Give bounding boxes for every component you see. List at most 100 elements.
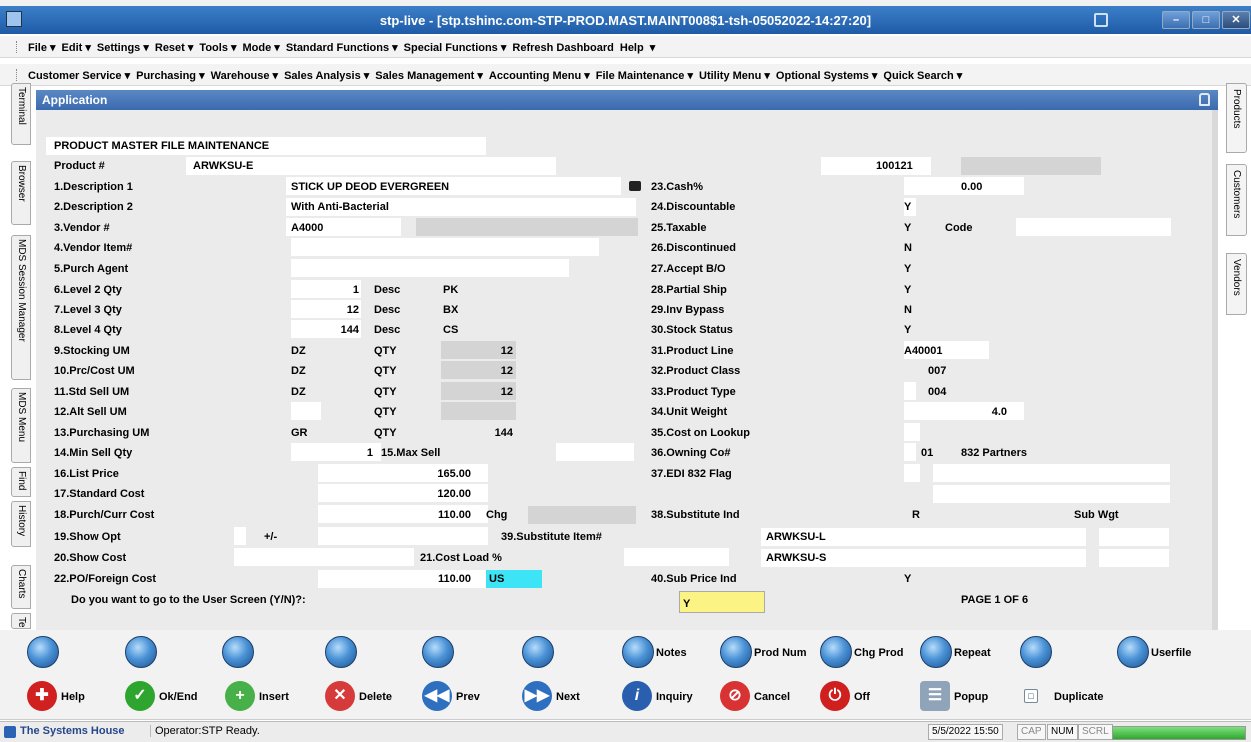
tab-mds-session-manager[interactable]: MDS Session Manager <box>11 235 31 380</box>
main-menu-item-1[interactable]: Edit ▾ <box>62 42 91 54</box>
tab-history[interactable]: History <box>11 501 31 547</box>
globe-icon <box>27 636 59 668</box>
main-menu-item-4[interactable]: Tools ▾ <box>199 42 236 54</box>
module-menu-item-2[interactable]: Warehouse ▾ <box>211 70 278 82</box>
f12-label: 12.Alt Sell UM <box>54 406 127 418</box>
lock-icon[interactable] <box>1199 93 1210 106</box>
product-code: 100121 <box>876 160 913 172</box>
tab-vendors[interactable]: Vendors <box>1226 253 1247 315</box>
tab-find[interactable]: Find <box>11 467 31 497</box>
minimize-button[interactable]: – <box>1162 11 1190 29</box>
rewind-icon: ◀◀ <box>422 681 452 711</box>
cost-on-lookup-input[interactable] <box>904 423 920 441</box>
cancel-label: Cancel <box>754 691 791 703</box>
module-menu-item-3[interactable]: Sales Analysis ▾ <box>284 70 369 82</box>
purch-agent-input[interactable] <box>291 259 569 277</box>
f24-label: 24.Discountable <box>651 201 736 213</box>
f1-value: STICK UP DEOD EVERGREEN <box>291 181 450 193</box>
f39-label: 39.Substitute Item# <box>501 531 602 543</box>
tab-customers[interactable]: Customers <box>1226 164 1247 236</box>
f5-label: 5.Purch Agent <box>54 263 129 275</box>
edi-flag-input[interactable] <box>904 464 920 482</box>
f8-qty: 144 <box>340 324 359 336</box>
f23-label: 23.Cash% <box>651 181 703 193</box>
tab-mds-menu[interactable]: MDS Menu <box>11 388 31 463</box>
globe-icon <box>820 636 852 668</box>
alt-sell-um-input[interactable] <box>291 402 321 420</box>
module-menu-item-7[interactable]: Utility Menu ▾ <box>699 70 770 82</box>
main-menu-item-7[interactable]: Special Functions ▾ <box>404 42 507 54</box>
main-menu-item-6[interactable]: Standard Functions ▾ <box>286 42 398 54</box>
f17-value: 120.00 <box>437 488 471 500</box>
plus-icon: + <box>225 681 255 711</box>
main-menu-item-3[interactable]: Reset ▾ <box>155 42 194 54</box>
status-datetime: 5/5/2022 15:50 <box>928 724 1003 740</box>
f17-label: 17.Standard Cost <box>54 488 145 500</box>
f22-value: 110.00 <box>437 573 471 585</box>
cost-load-input[interactable] <box>624 548 729 566</box>
f14-value: 1 <box>366 447 373 459</box>
tab-terminal[interactable]: Terminal <box>11 83 31 145</box>
prev-label: Prev <box>456 691 480 703</box>
form-title: PRODUCT MASTER FILE MAINTENANCE <box>54 140 270 152</box>
module-menu-item-9[interactable]: Quick Search ▾ <box>883 70 962 82</box>
main-menu-item-2[interactable]: Settings ▾ <box>97 42 149 54</box>
tab-products[interactable]: Products <box>1226 83 1247 153</box>
camera-icon[interactable] <box>629 181 641 191</box>
module-menu-item-8[interactable]: Optional Systems ▾ <box>776 70 878 82</box>
right-side-tabs: Products Customers Vendors <box>1226 83 1248 383</box>
f9-um: DZ <box>291 345 306 357</box>
database-icon[interactable] <box>1094 13 1108 27</box>
tab-charts[interactable]: Charts <box>11 565 31 609</box>
main-menu-item-10[interactable]: ▾ <box>650 42 656 54</box>
delete-label: Delete <box>359 691 393 703</box>
vendor-item-input[interactable] <box>291 238 599 256</box>
globe-icon <box>1020 636 1052 668</box>
show-opt-value-box[interactable] <box>318 527 488 545</box>
tab-browser[interactable]: Browser <box>11 161 31 225</box>
module-menu-item-6[interactable]: File Maintenance ▾ <box>596 70 693 82</box>
main-menu-item-5[interactable]: Mode ▾ <box>243 42 280 54</box>
maximize-button[interactable]: □ <box>1192 11 1220 29</box>
f14-label: 14.Min Sell Qty <box>54 447 133 459</box>
f13-qty: 144 <box>494 427 513 439</box>
sub-wgt2-input[interactable] <box>1099 549 1169 567</box>
f8-desc-label: Desc <box>374 324 401 336</box>
f16-value: 165.00 <box>437 468 471 480</box>
f11-um: DZ <box>291 386 306 398</box>
company-name: The Systems House <box>20 725 125 737</box>
max-sell-input[interactable] <box>556 443 634 461</box>
main-menu-item-8[interactable]: Refresh Dashboard <box>512 42 613 54</box>
f27-label: 27.Accept B/O <box>651 263 726 275</box>
main-menu-item-0[interactable]: File ▾ <box>28 42 56 54</box>
owning-co-input[interactable] <box>904 443 916 461</box>
f33-value: 004 <box>928 386 947 398</box>
module-menu-item-1[interactable]: Purchasing ▾ <box>136 70 204 82</box>
f23-value: 0.00 <box>961 181 983 193</box>
f25-value: Y <box>904 222 912 234</box>
main-menu-item-9[interactable]: Help <box>620 42 644 54</box>
f36-name: 832 Partners <box>961 447 1028 459</box>
user-screen-prompt: Do you want to go to the User Screen (Y/… <box>71 594 306 606</box>
user-screen-input[interactable] <box>679 591 765 613</box>
f22-currency: US <box>489 573 505 585</box>
f32-label: 32.Product Class <box>651 365 741 377</box>
f19-label: 19.Show Opt <box>54 531 121 543</box>
show-cost-input[interactable] <box>234 548 414 566</box>
product-value: ARWKSU-E <box>193 160 254 172</box>
product-label: Product # <box>54 160 105 172</box>
tab-te[interactable]: Te <box>11 613 31 629</box>
show-opt-input[interactable] <box>234 527 246 545</box>
module-menu-item-5[interactable]: Accounting Menu ▾ <box>489 70 590 82</box>
sub-wgt1-input[interactable] <box>1099 528 1169 546</box>
product-extra-box <box>961 157 1101 175</box>
module-menu-item-4[interactable]: Sales Management ▾ <box>375 70 483 82</box>
f2-value: With Anti-Bacterial <box>291 201 389 213</box>
product-type-input[interactable] <box>904 382 916 400</box>
module-menu-item-0[interactable]: Customer Service ▾ <box>28 70 130 82</box>
f28-value: Y <box>904 284 912 296</box>
form-scrollbar[interactable] <box>1212 110 1218 630</box>
close-button[interactable]: ✕ <box>1222 11 1250 29</box>
tax-code-input[interactable] <box>1016 218 1171 236</box>
alt-sell-qty-box <box>441 402 516 420</box>
